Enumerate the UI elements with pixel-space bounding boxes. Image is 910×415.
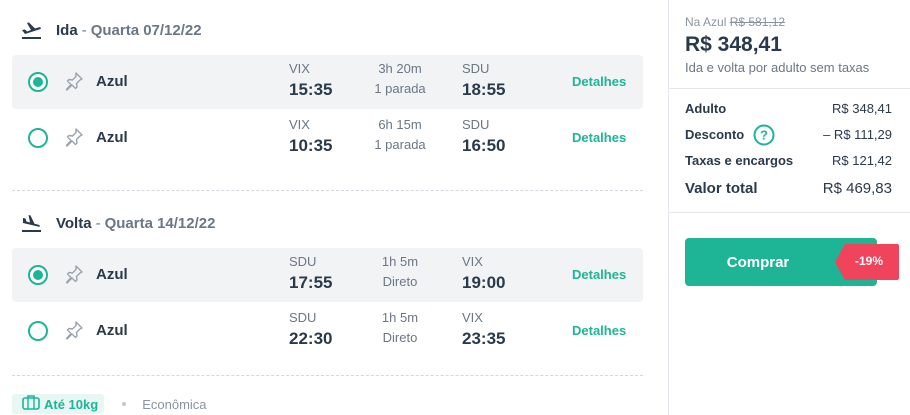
departure-time: 22:30 (289, 329, 333, 348)
departure-time: 15:35 (289, 80, 333, 99)
departure-airport: SDU (289, 310, 317, 325)
divider (669, 88, 910, 89)
section-divider (12, 190, 643, 191)
fare-info: Até 10kg Econômica (12, 393, 207, 415)
total-value: R$ 469,83 (822, 180, 892, 197)
flight-stops: Direto (382, 330, 418, 345)
airline-name: Azul (96, 266, 128, 283)
price-note: Ida e volta por adulto sem taxas (685, 60, 870, 75)
outbound-separator: - (81, 21, 87, 39)
details-link[interactable]: Detalhes (572, 74, 626, 89)
return-title: Volta (56, 214, 92, 232)
departure-time: 10:35 (289, 136, 333, 155)
price-per-adult: R$ 348,41 (685, 33, 782, 56)
departure-airport: VIX (289, 117, 310, 132)
departure-airport: SDU (289, 254, 317, 269)
airline-name: Azul (96, 322, 128, 339)
flight-duration: 1h 5m (381, 254, 419, 269)
return-separator: - (95, 214, 101, 232)
flight-list: Ida - Quarta 07/12/22 Azul VIX 15:35 3h … (0, 0, 668, 415)
return-date: Quarta 14/12/22 (104, 214, 216, 232)
luggage-icon (22, 394, 44, 415)
arrival-airport: VIX (462, 254, 483, 269)
flight-duration: 3h 20m (378, 61, 422, 76)
radio-button-selected[interactable] (28, 265, 48, 285)
pin-icon[interactable] (64, 320, 84, 340)
outbound-header: Ida - Quarta 07/12/22 (20, 18, 202, 42)
flight-stops: 1 parada (374, 81, 426, 96)
arrival-airport: SDU (462, 117, 490, 132)
departure-time: 17:55 (289, 273, 333, 292)
flight-duration: 6h 15m (378, 117, 422, 132)
departure-airport: VIX (289, 61, 310, 76)
original-price-prefix: Na Azul (685, 15, 727, 29)
radio-button-selected[interactable] (28, 72, 48, 92)
original-price: R$ 581,12 (729, 15, 786, 29)
pin-icon[interactable] (64, 71, 84, 91)
dot-separator (122, 402, 127, 406)
details-link[interactable]: Detalhes (572, 267, 626, 282)
airline-name: Azul (96, 129, 128, 146)
outbound-title: Ida (56, 21, 78, 39)
discount-value: – R$ 111,29 (823, 127, 892, 142)
pin-icon[interactable] (64, 127, 84, 147)
help-icon[interactable]: ? (753, 124, 775, 146)
airline-name: Azul (96, 73, 128, 90)
arrival-time: 23:35 (462, 329, 506, 348)
taxes-value: R$ 121,42 (832, 153, 892, 168)
return-flight-option[interactable]: Azul SDU 17:55 1h 5m Direto VIX 19:00 De… (12, 248, 643, 302)
adult-value: R$ 348,41 (832, 101, 892, 116)
discount-badge: -19% (855, 254, 884, 268)
baggage-badge: Até 10kg (12, 394, 105, 415)
pin-icon[interactable] (64, 264, 84, 284)
section-divider (12, 375, 643, 376)
svg-text:?: ? (760, 128, 768, 143)
discount-label: Desconto (685, 127, 745, 142)
arrival-time: 18:55 (462, 80, 506, 99)
cabin-class: Econômica (142, 396, 207, 412)
radio-button[interactable] (28, 321, 48, 341)
adult-label: Adulto (685, 101, 727, 116)
arrival-airport: VIX (462, 310, 483, 325)
flight-duration: 1h 5m (381, 310, 419, 325)
details-link[interactable]: Detalhes (572, 130, 626, 145)
original-price-label: Na Azul R$ 581,12 (685, 15, 785, 29)
baggage-allowance: Até 10kg (44, 396, 99, 412)
flight-stops: 1 parada (374, 137, 426, 152)
total-label: Valor total (685, 180, 758, 197)
arrival-airport: SDU (462, 61, 490, 76)
taxes-label: Taxas e encargos (685, 153, 794, 168)
arrival-time: 16:50 (462, 136, 506, 155)
outbound-flight-option[interactable]: Azul VIX 15:35 3h 20m 1 parada SDU 18:55… (12, 55, 643, 109)
radio-button[interactable] (28, 128, 48, 148)
details-link[interactable]: Detalhes (572, 323, 626, 338)
plane-landing-icon (20, 214, 42, 232)
outbound-date: Quarta 07/12/22 (90, 21, 202, 39)
divider (669, 212, 910, 213)
arrival-time: 19:00 (462, 273, 506, 292)
plane-takeoff-icon (20, 21, 42, 39)
flight-stops: Direto (382, 274, 418, 289)
price-summary: Na Azul R$ 581,12 R$ 348,41 Ida e volta … (668, 0, 910, 415)
return-flight-option[interactable]: Azul SDU 22:30 1h 5m Direto VIX 23:35 De… (12, 304, 643, 358)
return-header: Volta - Quarta 14/12/22 (20, 211, 215, 235)
outbound-flight-option[interactable]: Azul VIX 10:35 6h 15m 1 parada SDU 16:50… (12, 111, 643, 165)
